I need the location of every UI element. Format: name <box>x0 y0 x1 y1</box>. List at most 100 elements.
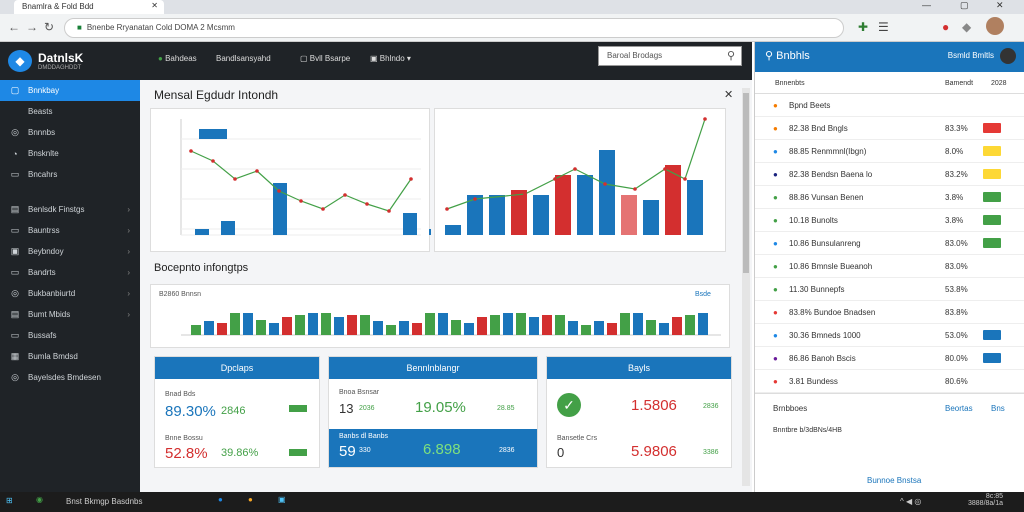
sidebar-item-4[interactable]: ▭ Bncahrs <box>0 164 140 185</box>
row-label: 82.38 Bnd Bngls <box>789 124 848 133</box>
brand[interactable]: ◆ DatnlsK DMDDAGHDDT <box>0 42 140 80</box>
nav-item-3[interactable]: ▣ Bhlndo ▾ <box>370 54 411 63</box>
footer-link[interactable]: Beortas <box>945 404 973 413</box>
bar <box>445 225 461 235</box>
list-item[interactable]: ● 30.36 Bmneds 1000 53.0% <box>755 324 1024 347</box>
nav-item-1[interactable]: Bandlsansyahd <box>216 54 271 63</box>
sidebar-item-8[interactable]: ▭ Bandrts › <box>0 262 140 283</box>
forward-icon[interactable]: → <box>26 20 38 34</box>
app-icon[interactable]: ◉ <box>36 495 43 504</box>
list-item[interactable]: ● 83.8% Bundoe Bnadsen 83.8% <box>755 301 1024 324</box>
browser-tab[interactable]: Bnamlra & Fold Bdd ✕ <box>14 0 164 14</box>
user-name[interactable]: Bsmld Bmltls <box>948 51 994 60</box>
status-badge <box>983 192 1001 202</box>
close-panel-icon[interactable]: ✕ <box>724 88 733 101</box>
tray-icons[interactable]: ^ ◀ ◎ <box>900 497 921 506</box>
back-icon[interactable]: ← <box>8 20 20 34</box>
start-icon[interactable]: ⊞ <box>6 496 13 505</box>
sidebar-item-label: Benlsdk Finstgs <box>28 205 85 214</box>
clock[interactable]: 8c:85 3888/8a/1a <box>968 493 1003 507</box>
scrollbar-thumb[interactable] <box>743 93 749 273</box>
bar <box>347 315 357 335</box>
row-label: 10.18 Bunolts <box>789 216 838 225</box>
row-label: 82.38 Bendsn Baena lo <box>789 170 873 179</box>
files-icon[interactable]: ▣ <box>278 495 286 504</box>
sidebar-item-5[interactable]: ▤ Benlsdk Finstgs › <box>0 199 140 220</box>
data-point <box>255 169 259 173</box>
bar <box>282 317 292 335</box>
sidebar-item-7[interactable]: ▣ Beybndoy › <box>0 241 140 262</box>
extension-icon-2[interactable]: ● <box>942 20 949 34</box>
chevron-right-icon: › <box>127 226 130 235</box>
bar-chart-panel <box>434 108 726 252</box>
browser-chrome: Bnamlra & Fold Bdd ✕ — ▢ ✕ ← → ↻ ■ Bnenbe … <box>0 0 1024 42</box>
bottom-link[interactable]: Bunnoe Bnstsa <box>867 476 921 485</box>
list-item[interactable]: ● 10.86 Bunsulanreng 83.0% <box>755 232 1024 255</box>
browser-icon[interactable]: ● <box>218 495 223 504</box>
sidebar-item-icon: ◔ <box>12 148 18 159</box>
list-item[interactable]: ● 10.86 Bmnsle Bueanoh 83.0% <box>755 255 1024 278</box>
list-item[interactable]: ● 86.86 Banoh Bscis 80.0% <box>755 347 1024 370</box>
taskbar-app[interactable]: Bnst Bkmgp Basdnbs <box>66 497 142 506</box>
sidebar-item-6[interactable]: ▭ Bauntrss › <box>0 220 140 241</box>
sidebar-item-11[interactable]: ▭ Bussafs <box>0 325 140 346</box>
row-icon: ● <box>773 354 778 363</box>
sidebar-item-0[interactable]: ▢ Bnnkbay <box>0 80 140 101</box>
main-content: Mensal Egdudr Intondh ✕ Bocepnto infongt… <box>140 80 752 492</box>
list-item[interactable]: ● 10.18 Bunolts 3.8% <box>755 209 1024 232</box>
list-item[interactable]: ● Bpnd Beets <box>755 94 1024 117</box>
reload-icon[interactable]: ↻ <box>44 20 54 34</box>
sidebar-item-13[interactable]: ◎ Bayelsdes Bmdesen <box>0 367 140 388</box>
list-item[interactable]: ● 3.81 Bundess 80.6% <box>755 370 1024 393</box>
section-title: Bocepnto infongtps <box>154 262 249 274</box>
brand-name: DatnlsK <box>38 51 84 65</box>
nav-item-2[interactable]: ▢ Bvll Bsarpe <box>300 54 350 63</box>
sidebar-item-10[interactable]: ▤ Bumt Mbids › <box>0 304 140 325</box>
sidebar-item-3[interactable]: ◔ Bnsknlte <box>0 143 140 164</box>
card-2-value-4: 28.85 <box>497 405 515 412</box>
list-item[interactable]: ● 11.30 Bunnepfs 53.8% <box>755 278 1024 301</box>
row-icon: ● <box>773 308 778 317</box>
footer-link-2[interactable]: Bns <box>991 404 1005 413</box>
card-1-value-4: 39.86% <box>221 447 259 459</box>
right-panel: ⚲ Bnbhls Bsmld Bmltls Bnnenbts Bamendt 2… <box>754 42 1024 492</box>
sidebar-item-1[interactable]: Beasts <box>0 101 140 122</box>
sidebar-item-12[interactable]: ▦ Bumla Bmdsd <box>0 346 140 367</box>
puzzle-icon[interactable]: ◆ <box>962 20 971 34</box>
bar <box>490 315 500 335</box>
close-icon[interactable]: ✕ <box>151 1 158 10</box>
user-avatar[interactable] <box>1000 48 1016 64</box>
search-input[interactable]: Baroal Brodags ⚲ <box>598 46 742 66</box>
scrollbar[interactable] <box>742 88 750 486</box>
sidebar-item-icon: ▢ <box>10 85 20 95</box>
address-bar[interactable]: ■ Bnenbe Rryanatan Cold DOMA 2 Mcsmm <box>64 18 844 38</box>
bar <box>577 175 593 235</box>
search-icon-2[interactable]: ⚲ <box>765 50 773 62</box>
window-close-icon[interactable]: ✕ <box>996 0 1004 11</box>
volume-panel: B2860 Bnnsn Bsde <box>150 284 730 348</box>
list-item[interactable]: ● 88.85 Renmmnl(Ibgn) 8.0% <box>755 140 1024 163</box>
row-label: 10.86 Bmnsle Bueanoh <box>789 262 873 271</box>
bar <box>403 213 417 235</box>
list-item[interactable]: ● 82.38 Bendsn Baena lo 83.2% <box>755 163 1024 186</box>
maximize-icon[interactable]: ▢ <box>960 0 969 11</box>
extension-icon[interactable]: ✚ <box>858 20 868 34</box>
sidebar-item-9[interactable]: ◎ Bukbanbiurtd › <box>0 283 140 304</box>
menu-icon[interactable]: ☰ <box>878 20 889 34</box>
row-icon: ● <box>773 285 778 294</box>
url-text: Bnenbe Rryanatan Cold DOMA 2 Mcsmm <box>86 23 235 32</box>
list-item[interactable]: ● 82.38 Bnd Bngls 83.3% <box>755 117 1024 140</box>
profile-avatar[interactable] <box>986 17 1004 35</box>
nav-item-0[interactable]: ● Bahdeas <box>158 54 197 63</box>
row-label: 10.86 Bunsulanreng <box>789 239 861 248</box>
chrome-icon[interactable]: ● <box>248 495 253 504</box>
minimize-icon[interactable]: — <box>922 0 931 10</box>
bar <box>429 229 443 235</box>
data-point <box>299 199 303 203</box>
data-point <box>211 159 215 163</box>
right-footer: Brnbboes Beortas Bns <box>755 393 1024 423</box>
sidebar-item-2[interactable]: ◎ Bnnnbs <box>0 122 140 143</box>
row-label: 30.36 Bmneds 1000 <box>789 331 861 340</box>
list-item[interactable]: ● 88.86 Vunsan Benen 3.8% <box>755 186 1024 209</box>
bar <box>334 317 344 335</box>
